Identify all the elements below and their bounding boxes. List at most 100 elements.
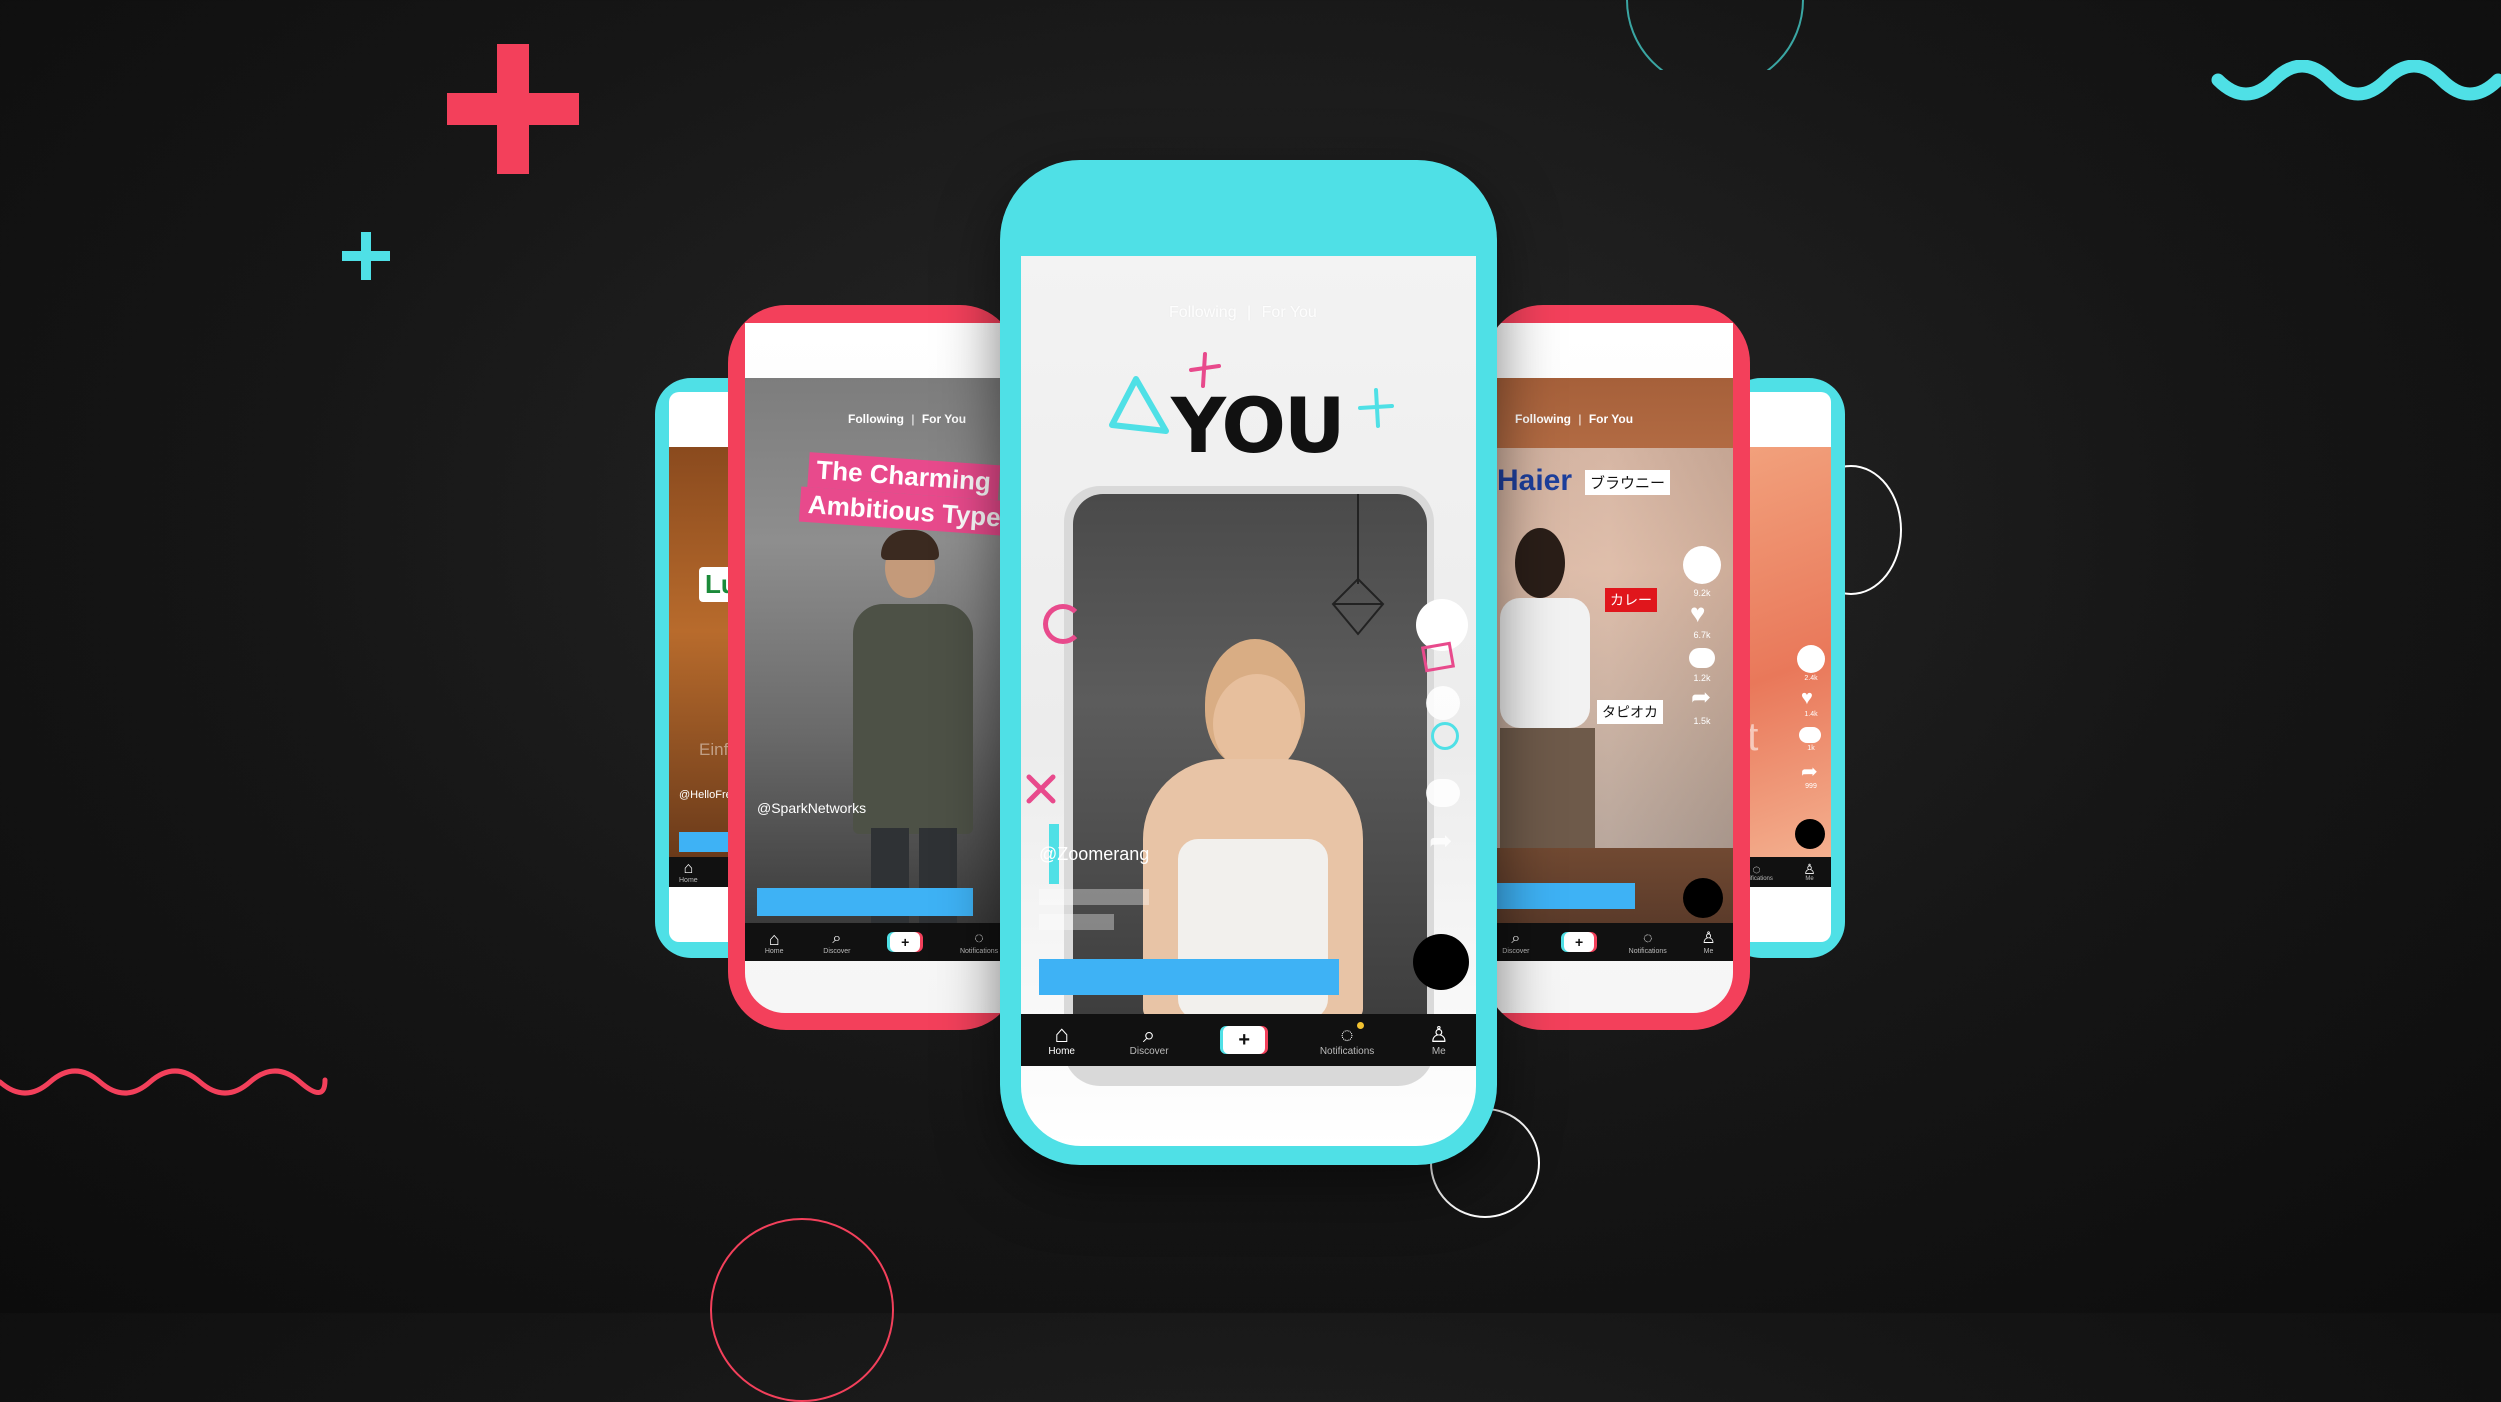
pink-square-sticker xyxy=(1420,641,1456,673)
right-count-4: 1.5k xyxy=(1693,716,1711,726)
center-person xyxy=(1123,639,1383,1014)
left-top-nav: Following | For You xyxy=(848,412,967,426)
red-ring-decoration xyxy=(710,1218,894,1402)
home-icon: ⌂ xyxy=(768,928,780,949)
center-top-nav: Following | For You xyxy=(1169,304,1317,321)
share-icon[interactable]: ➦ xyxy=(1429,824,1452,857)
far-right-count-4: 999 xyxy=(1805,783,1817,790)
right-brand: Haier xyxy=(1497,464,1573,497)
heart-icon[interactable] xyxy=(1426,686,1460,720)
left-person xyxy=(841,530,991,923)
profile-icon: ♙ xyxy=(1803,861,1816,877)
left-home-tab[interactable]: ⌂ Home xyxy=(765,930,784,955)
center-home-tab[interactable]: ⌂ Home xyxy=(1048,1020,1075,1057)
center-notifications-tab[interactable]: ◌ Notifications xyxy=(1320,1021,1374,1057)
right-person xyxy=(1495,528,1605,858)
music-disc-icon[interactable] xyxy=(1795,819,1825,849)
profile-icon: ♙ xyxy=(1428,1021,1449,1047)
left-discover-tab[interactable]: ⌕ Discover xyxy=(823,930,850,955)
music-disc-icon[interactable] xyxy=(1413,934,1469,990)
far-right-count-3: 1k xyxy=(1807,745,1815,752)
right-tab-following[interactable]: Following xyxy=(1515,412,1571,426)
notifications-icon: ◌ xyxy=(1752,861,1761,877)
center-caption-bar xyxy=(1039,959,1339,995)
left-phone: Following | For You The Charming Ambitio… xyxy=(728,305,1018,1030)
right-tag-brownie: ブラウニー xyxy=(1585,470,1671,495)
search-icon: ⌕ xyxy=(1142,1021,1156,1047)
cyan-plus-decoration xyxy=(342,232,390,280)
right-tag-curry: カレー xyxy=(1605,588,1657,612)
triangle-icon xyxy=(1109,376,1169,434)
cyan-wave-decoration xyxy=(2211,60,2501,101)
heart-icon[interactable]: ♥ xyxy=(1801,687,1813,710)
profile-icon: ♙ xyxy=(1701,929,1716,947)
far-right-avatar[interactable] xyxy=(1797,645,1825,673)
left-nav: ⌂ Home ⌕ Discover + ◌ Notifications xyxy=(745,923,1018,961)
far-right-count-1: 2.4k xyxy=(1804,675,1818,682)
right-tab-for-you[interactable]: For You xyxy=(1589,412,1633,426)
left-banner: The Charming Ambitious Type xyxy=(798,452,1018,538)
search-icon: ⌕ xyxy=(1511,929,1521,947)
center-discover-tab[interactable]: ⌕ Discover xyxy=(1130,1021,1169,1057)
center-tab-for-you[interactable]: For You xyxy=(1262,304,1317,321)
center-create-button[interactable]: + xyxy=(1223,1026,1266,1054)
heart-icon[interactable]: ♥ xyxy=(1690,598,1705,629)
left-notifications-tab[interactable]: ◌ Notifications xyxy=(960,930,998,955)
center-tab-following[interactable]: Following xyxy=(1169,304,1237,321)
center-me-tab[interactable]: ♙ Me xyxy=(1428,1021,1449,1057)
right-tag-tapioca: タピオカ xyxy=(1597,700,1663,724)
home-icon: ⌂ xyxy=(683,859,694,877)
far-right-count-2: 1.4k xyxy=(1804,711,1818,718)
left-video[interactable]: Following | For You The Charming Ambitio… xyxy=(745,378,1018,923)
red-plus-decoration xyxy=(447,44,579,174)
far-left-home-tab[interactable]: ⌂ Home xyxy=(679,859,698,884)
right-nav: ⌕ Discover + ◌ Notifications ♙ Me xyxy=(1485,923,1733,961)
right-top-nav: Following | For You xyxy=(1515,412,1634,426)
center-video[interactable]: ➦ @Zoomerang xyxy=(1021,494,1476,1014)
center-nav: ⌂ Home ⌕ Discover + ◌ Notifications ♙ Me xyxy=(1021,1014,1476,1066)
left-tab-for-you[interactable]: For You xyxy=(922,412,966,426)
right-discover-tab[interactable]: ⌕ Discover xyxy=(1502,930,1529,955)
comment-icon[interactable] xyxy=(1799,727,1821,743)
left-create-button[interactable]: + xyxy=(890,932,921,952)
right-avatar[interactable] xyxy=(1683,546,1721,584)
notifications-icon: ◌ xyxy=(1340,1021,1354,1047)
red-wave-decoration xyxy=(0,1068,328,1096)
right-caption-bar xyxy=(1485,883,1635,909)
far-left-handle[interactable]: @HelloFre xyxy=(679,789,732,801)
right-count-1: 9.2k xyxy=(1693,588,1711,598)
pink-x-sticker xyxy=(1026,774,1056,804)
right-notifications-tab[interactable]: ◌ Notifications xyxy=(1629,930,1667,955)
pink-ring-sticker xyxy=(1043,604,1083,644)
share-icon[interactable]: ➦ xyxy=(1691,683,1711,712)
right-count-3: 1.2k xyxy=(1693,673,1711,683)
notification-dot xyxy=(1357,1021,1365,1029)
cyan-plus-icon xyxy=(1358,388,1394,428)
right-phone: Following | For You Haier ブラウニー カレー タピオカ… xyxy=(1485,305,1750,1030)
center-caption-ghost-1 xyxy=(1039,889,1149,905)
center-headline: YOU xyxy=(1171,381,1346,470)
comment-icon[interactable] xyxy=(1426,779,1460,807)
far-right-me-tab[interactable]: ♙ Me xyxy=(1803,862,1816,882)
right-count-2: 6.7k xyxy=(1693,630,1711,640)
right-me-tab[interactable]: ♙ Me xyxy=(1701,930,1715,955)
center-phone: Following | For You YOU ➦ @Zoomerang ⌂ H… xyxy=(1000,160,1497,1165)
center-caption-ghost-2 xyxy=(1039,914,1114,930)
left-caption-bar xyxy=(757,888,973,916)
left-tab-following[interactable]: Following xyxy=(848,412,904,426)
cyan-ring-sticker xyxy=(1431,722,1459,750)
right-video[interactable]: Following | For You Haier ブラウニー カレー タピオカ… xyxy=(1485,378,1733,923)
share-icon[interactable]: ➦ xyxy=(1801,759,1818,784)
music-disc-icon[interactable] xyxy=(1683,878,1723,918)
notifications-icon: ◌ xyxy=(1642,929,1653,947)
home-icon: ⌂ xyxy=(1054,1020,1069,1048)
lamp-icon xyxy=(1331,494,1385,636)
search-icon: ⌕ xyxy=(832,929,842,947)
far-left-faded-text: Einf xyxy=(699,740,729,759)
center-handle[interactable]: @Zoomerang xyxy=(1039,844,1149,865)
notifications-icon: ◌ xyxy=(974,929,984,947)
right-create-button[interactable]: + xyxy=(1564,932,1595,952)
comment-icon[interactable] xyxy=(1689,648,1715,668)
teal-ring-decoration xyxy=(1626,0,1804,70)
left-handle[interactable]: @SparkNetworks xyxy=(757,800,866,816)
